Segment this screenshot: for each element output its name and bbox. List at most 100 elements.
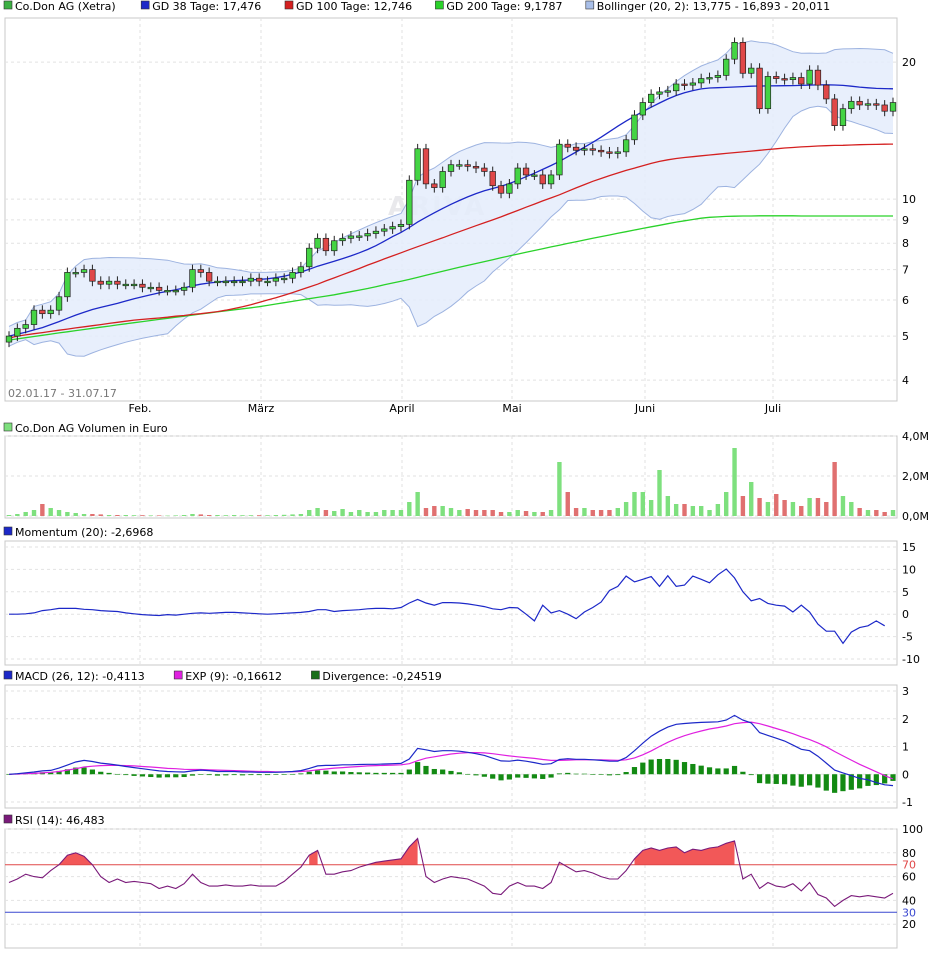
candle-body [22,324,29,329]
volume-bar [115,515,120,516]
momentum-y-tick-label: 10 [902,563,916,576]
legend-swatch [435,0,444,10]
divergence-bar [323,770,329,775]
legend-label: Momentum (20): -2,6968 [15,526,153,539]
divergence-bar [173,774,179,778]
divergence-bar [423,765,429,775]
divergence-bar [123,774,129,776]
divergence-bar [289,773,296,775]
volume-bar [348,512,354,516]
candle-body [798,77,805,85]
legend-swatch [585,0,595,10]
divergence-bar [348,772,354,775]
divergence-bar [815,774,821,788]
candle-body [406,179,413,225]
volume-bar [832,462,837,516]
volume-y-tick-label: 0,0M [902,510,929,523]
candle-body [39,309,46,315]
candle-body [422,148,430,185]
legend-label: GD 100 Tage: 12,746 [296,0,412,13]
volume-bar [765,502,771,516]
price-y-tick-label: 7 [902,264,909,277]
divergence-bar [748,774,754,776]
legend-swatch [3,814,13,824]
divergence-bar [790,774,796,786]
candle-body [331,240,338,252]
volume-bar [307,510,312,516]
candle-body [514,167,521,185]
candle-body [105,280,113,285]
divergence-bar [840,774,846,792]
month-tick-label: Mai [502,402,521,415]
divergence-bar [189,774,196,776]
volume-bar [582,508,587,516]
divergence-bar [481,774,487,777]
candle-body [30,309,38,325]
volume-bar [565,492,570,516]
volume-bar [548,510,554,516]
volume-bar [256,515,262,516]
legend-swatch [3,0,13,10]
volume-bar [106,515,112,516]
divergence-bar [681,762,688,775]
momentum-y-tick-label: -5 [902,631,913,644]
price-y-tick-label: 9 [902,214,909,227]
candle-body [5,335,13,343]
candle-body [756,67,763,110]
candle-body [222,280,229,284]
candle-body [673,83,680,92]
candle-body [864,103,872,106]
candle-body [889,102,897,112]
divergence-bar [656,758,663,775]
volume-bar [690,506,696,516]
price-y-tick-label: 10 [902,193,916,206]
macd-y-tick-label: 2 [902,713,909,726]
divergence-bar [590,774,596,775]
divergence-bar [615,774,621,776]
divergence-bar [298,773,304,775]
price-y-tick-label: 6 [902,294,909,307]
candle-body [656,91,663,95]
candle-body [681,83,688,86]
volume-bar [415,492,420,516]
price-y-tick-label: 20 [902,56,916,69]
volume-bar [181,515,187,516]
volume-bar [423,508,429,516]
candle-body [314,237,321,249]
candle-body [55,296,63,311]
divergence-bar [573,773,579,775]
candle-body [547,174,555,185]
candle-body [556,143,563,176]
candle-body [281,277,288,281]
candle-body [481,167,488,172]
candle-body [414,148,421,181]
divergence-bar [731,765,738,775]
volume-bar [6,515,12,516]
candle-body [397,224,405,227]
candle-body [130,283,138,287]
candle-body [856,100,863,106]
volume-bar [373,512,379,516]
candle-body [139,283,146,288]
volume-bar [73,513,78,516]
volume-y-tick-label: 4,0M [902,430,929,443]
candle-body [306,247,313,268]
volume-bar [774,494,779,516]
candle-body [80,269,88,273]
volume-bar [131,515,137,516]
divergence-bar [623,772,629,775]
candle-body [431,183,438,188]
volume-bar [90,514,95,516]
candle-body [497,185,505,194]
volume-bar [248,515,254,516]
candle-body [622,139,630,153]
candle-body [147,286,154,290]
candle-body [164,290,171,293]
divergence-bar [506,774,512,780]
legend-label: Bollinger (20, 2): 13,775 - 16,893 - 20,… [597,0,830,13]
volume-bar [615,508,620,516]
candle-body [14,327,21,337]
candle-body [831,98,838,127]
momentum-y-tick-label: -10 [902,653,920,666]
divergence-bar [448,770,454,775]
